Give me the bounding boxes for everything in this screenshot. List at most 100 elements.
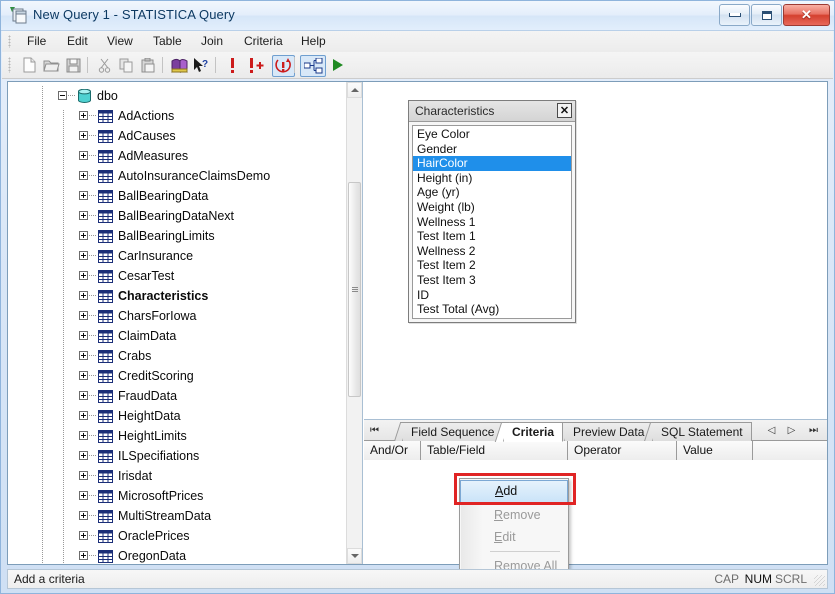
expand-icon-oregondata[interactable] [79, 551, 88, 560]
tab-first-button[interactable]: ⏮ [367, 422, 382, 439]
tree-node-microsoftprices[interactable]: MicrosoftPrices [8, 486, 347, 506]
expand-icon-creditscoring[interactable] [79, 371, 88, 380]
expand-icon-autoinsuranceclaimsdemo[interactable] [79, 171, 88, 180]
column-header-andor[interactable]: And/Or [364, 441, 421, 460]
field-list-item[interactable]: Test Item 2 [413, 258, 571, 273]
field-list[interactable]: Eye Color Gender HairColor Height (in) Age (… [412, 125, 572, 319]
expand-icon-heightdata[interactable] [79, 411, 88, 420]
criteria-grid-body[interactable]: Add Remove Edit Remove All [364, 460, 827, 580]
tree-node-dbo[interactable]: dbo [8, 86, 347, 106]
field-list-item[interactable]: Eye Color [413, 127, 571, 142]
menu-table[interactable]: Table [146, 33, 189, 50]
tree-node-carinsurance[interactable]: CarInsurance [8, 246, 347, 266]
expand-icon-ballbearingdata[interactable] [79, 191, 88, 200]
expand-icon-multistreamdata[interactable] [79, 511, 88, 520]
help-pointer-icon[interactable]: ? [191, 55, 212, 75]
field-list-window[interactable]: Characteristics ✕ Eye Color Gender HairCol… [408, 100, 576, 323]
tree-node-adactions[interactable]: AdActions [8, 106, 347, 126]
menu-criteria[interactable]: Criteria [237, 33, 290, 50]
expand-icon-frauddata[interactable] [79, 391, 88, 400]
tree-node-multistreamdata[interactable]: MultiStreamData [8, 506, 347, 526]
context-menu-add[interactable]: Add [460, 480, 568, 504]
open-icon[interactable] [41, 55, 62, 75]
expand-icon-irisdat[interactable] [79, 471, 88, 480]
tree-node-cesartest[interactable]: CesarTest [8, 266, 347, 286]
expand-icon-admeasures[interactable] [79, 151, 88, 160]
maximize-button[interactable] [751, 4, 782, 26]
tree-node-adcauses[interactable]: AdCauses [8, 126, 347, 146]
tree-node-autoinsuranceclaimsdemo[interactable]: AutoInsuranceClaimsDemo [8, 166, 347, 186]
field-list-item[interactable]: Age (yr) [413, 185, 571, 200]
expand-icon-ilspecifiations[interactable] [79, 451, 88, 460]
tab-criteria[interactable]: Criteria [503, 422, 564, 442]
expand-icon-characteristics[interactable] [79, 291, 88, 300]
tree-node-ballbearingdata[interactable]: BallBearingData [8, 186, 347, 206]
tree-node-creditscoring[interactable]: CreditScoring [8, 366, 347, 386]
expand-icon-charsforiowa[interactable] [79, 311, 88, 320]
tab-next-button[interactable]: ▷ [784, 422, 799, 439]
expand-icon-heightlimits[interactable] [79, 431, 88, 440]
criteria-grid[interactable]: And/Or Table/Field Operator Value Add Re… [364, 441, 827, 580]
tree-node-ballbearingdatanext[interactable]: BallBearingDataNext [8, 206, 347, 226]
minimize-button[interactable] [719, 4, 750, 26]
menu-edit[interactable]: Edit [60, 33, 95, 50]
field-list-item[interactable]: Wellness 1 [413, 215, 571, 230]
scroll-down-button[interactable] [347, 548, 362, 564]
tree-node-ballbearinglimits[interactable]: BallBearingLimits [8, 226, 347, 246]
tree-node-oracleprices[interactable]: OraclePrices [8, 526, 347, 546]
menu-file[interactable]: File [20, 33, 53, 50]
expand-icon-cesartest[interactable] [79, 271, 88, 280]
column-header-operator[interactable]: Operator [568, 441, 677, 460]
tab-preview-data[interactable]: Preview Data [564, 422, 654, 441]
field-list-item[interactable]: HairColor [413, 156, 571, 171]
expand-icon-carinsurance[interactable] [79, 251, 88, 260]
tree-node-admeasures[interactable]: AdMeasures [8, 146, 347, 166]
column-header-tablefield[interactable]: Table/Field [421, 441, 568, 460]
expand-icon-ballbearingdatanext[interactable] [79, 211, 88, 220]
tree-node-crabs[interactable]: Crabs [8, 346, 347, 366]
tab-prev-button[interactable]: ◁ [764, 422, 779, 439]
field-list-item[interactable]: Test Item 1 [413, 229, 571, 244]
tree-node-heightdata[interactable]: HeightData [8, 406, 347, 426]
tree-node-characteristics[interactable]: Characteristics [8, 286, 347, 306]
tree-node-claimdata[interactable]: ClaimData [8, 326, 347, 346]
tree-node-irisdat[interactable]: Irisdat [8, 466, 347, 486]
field-list-item[interactable]: Test Item 3 [413, 273, 571, 288]
criteria-context-menu[interactable]: Add Remove Edit Remove All [459, 478, 569, 580]
cut-icon[interactable] [94, 55, 115, 75]
paste-icon[interactable] [138, 55, 159, 75]
toolbar-gripper[interactable] [8, 57, 11, 73]
tab-field-sequence[interactable]: Field Sequence [402, 422, 504, 441]
tree-node-heightlimits[interactable]: HeightLimits [8, 426, 347, 446]
menu-view[interactable]: View [100, 33, 140, 50]
field-list-item[interactable]: Test Total (Avg) [413, 302, 571, 317]
expand-icon-oracleprices[interactable] [79, 531, 88, 540]
refresh-criteria-icon[interactable] [272, 55, 295, 77]
context-menu-remove[interactable]: Remove [460, 504, 568, 526]
menu-join[interactable]: Join [194, 33, 230, 50]
tree-node-oregondata[interactable]: OregonData [8, 546, 347, 564]
tree-node-ilspecifiations[interactable]: ILSpecifiations [8, 446, 347, 466]
menu-help[interactable]: Help [294, 33, 333, 50]
field-list-item[interactable]: Gender [413, 142, 571, 157]
expand-icon-claimdata[interactable] [79, 331, 88, 340]
tab-sql-statement[interactable]: SQL Statement [652, 422, 752, 441]
book-icon[interactable] [169, 55, 190, 75]
menu-gripper[interactable] [8, 35, 11, 48]
collapse-icon-dbo[interactable] [58, 91, 67, 100]
criteria-icon[interactable] [222, 55, 243, 75]
tree-node-frauddata[interactable]: FraudData [8, 386, 347, 406]
tree-node-charsforiowa[interactable]: CharsForIowa [8, 306, 347, 326]
column-header-value[interactable]: Value [677, 441, 753, 460]
scroll-thumb[interactable] [348, 182, 361, 397]
table-tree-pane[interactable]: dbo AdActions AdCauses AdMeasures AutoInsur… [8, 82, 363, 564]
field-list-titlebar[interactable]: Characteristics ✕ [409, 101, 575, 122]
context-menu-edit[interactable]: Edit [460, 526, 568, 548]
join-diagram-icon[interactable] [300, 55, 326, 77]
scroll-up-button[interactable] [347, 82, 362, 98]
tab-last-button[interactable]: ⏭ [806, 422, 821, 439]
run-icon[interactable] [327, 55, 348, 75]
field-list-item[interactable]: Wellness 2 [413, 244, 571, 259]
expand-icon-ballbearinglimits[interactable] [79, 231, 88, 240]
join-diagram-canvas[interactable]: Characteristics ✕ Eye Color Gender HairCol… [364, 82, 827, 420]
